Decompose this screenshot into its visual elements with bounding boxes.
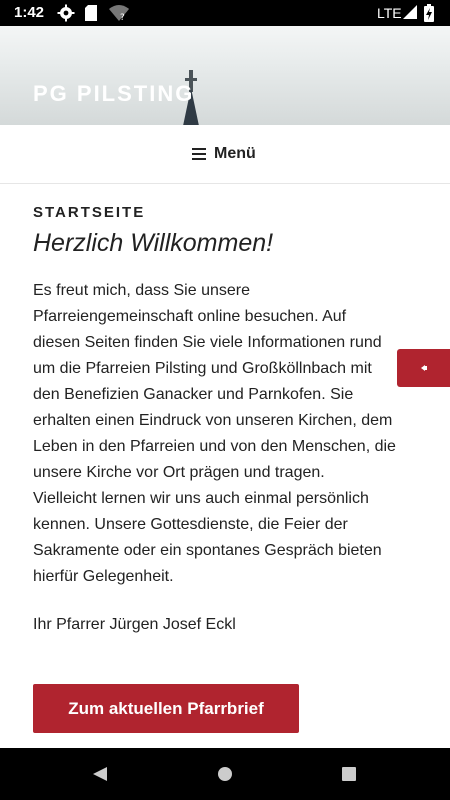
paragraph-line: unsere Kirche vor Ort prägen und tragen. [33,464,325,481]
menu-label: Menü [214,145,256,162]
paragraph-line: hierfür Gelegenheit. [33,568,174,585]
wifi-icon: ? [108,4,130,27]
paragraph-line: Pfarreiengemeinschaft online besuchen. A… [33,308,347,325]
navigation-bar: Menü [0,125,450,184]
page-title: Herzlich Willkommen! [33,229,274,257]
site-title[interactable]: PG PILSTING [33,81,194,107]
recents-icon[interactable] [341,766,357,787]
paragraph-line: den Benefizien Ganacker und Parnkofen. S… [33,386,354,403]
status-bar: 1:42 ? LTE [0,0,450,26]
paragraph-line: Vielleicht lernen wir uns auch einmal pe… [33,490,369,507]
paragraph-line: um die Pfarreien Pilsting und Großköllnb… [33,360,372,377]
signature: Ihr Pfarrer Jürgen Josef Eckl [33,616,236,633]
battery-charging-icon [424,4,434,27]
paragraph-line: Sakramente oder ein spontanes Gespräch b… [33,542,382,559]
status-time: 1:42 [14,4,45,21]
home-icon[interactable] [217,766,233,787]
audio-side-tab[interactable] [397,349,450,387]
welcome-paragraph: Es freut mich, dass Sie unsere Pfarreien… [33,278,417,590]
paragraph-line: Leben in den Pfarreien und von den Mensc… [33,438,396,455]
android-nav-bar [0,748,450,800]
signal-icon [402,4,418,25]
paragraph-line: kennen. Unsere Gottesdienste, die Feier … [33,516,348,533]
pfarrbrief-button[interactable]: Zum aktuellen Pfarrbrief [33,684,299,733]
settings-gear-icon [57,4,75,27]
paragraph-line: diesen Seiten finden Sie viele Informati… [33,334,382,351]
page-kicker: STARTSEITE [33,204,146,221]
header-banner: PG PILSTING [0,26,450,125]
menu-button[interactable]: Menü [192,143,256,165]
hamburger-icon [192,148,206,160]
network-type: LTE [377,5,402,21]
sd-card-icon [84,4,98,27]
speaker-icon [420,365,427,371]
main-content: STARTSEITE Herzlich Willkommen! Es freut… [33,200,417,638]
paragraph-line: Es freut mich, dass Sie unsere [33,282,250,299]
svg-text:?: ? [120,13,125,22]
back-icon[interactable] [92,766,108,787]
paragraph-line: erhalten einen Eindruck von unseren Kirc… [33,412,393,429]
